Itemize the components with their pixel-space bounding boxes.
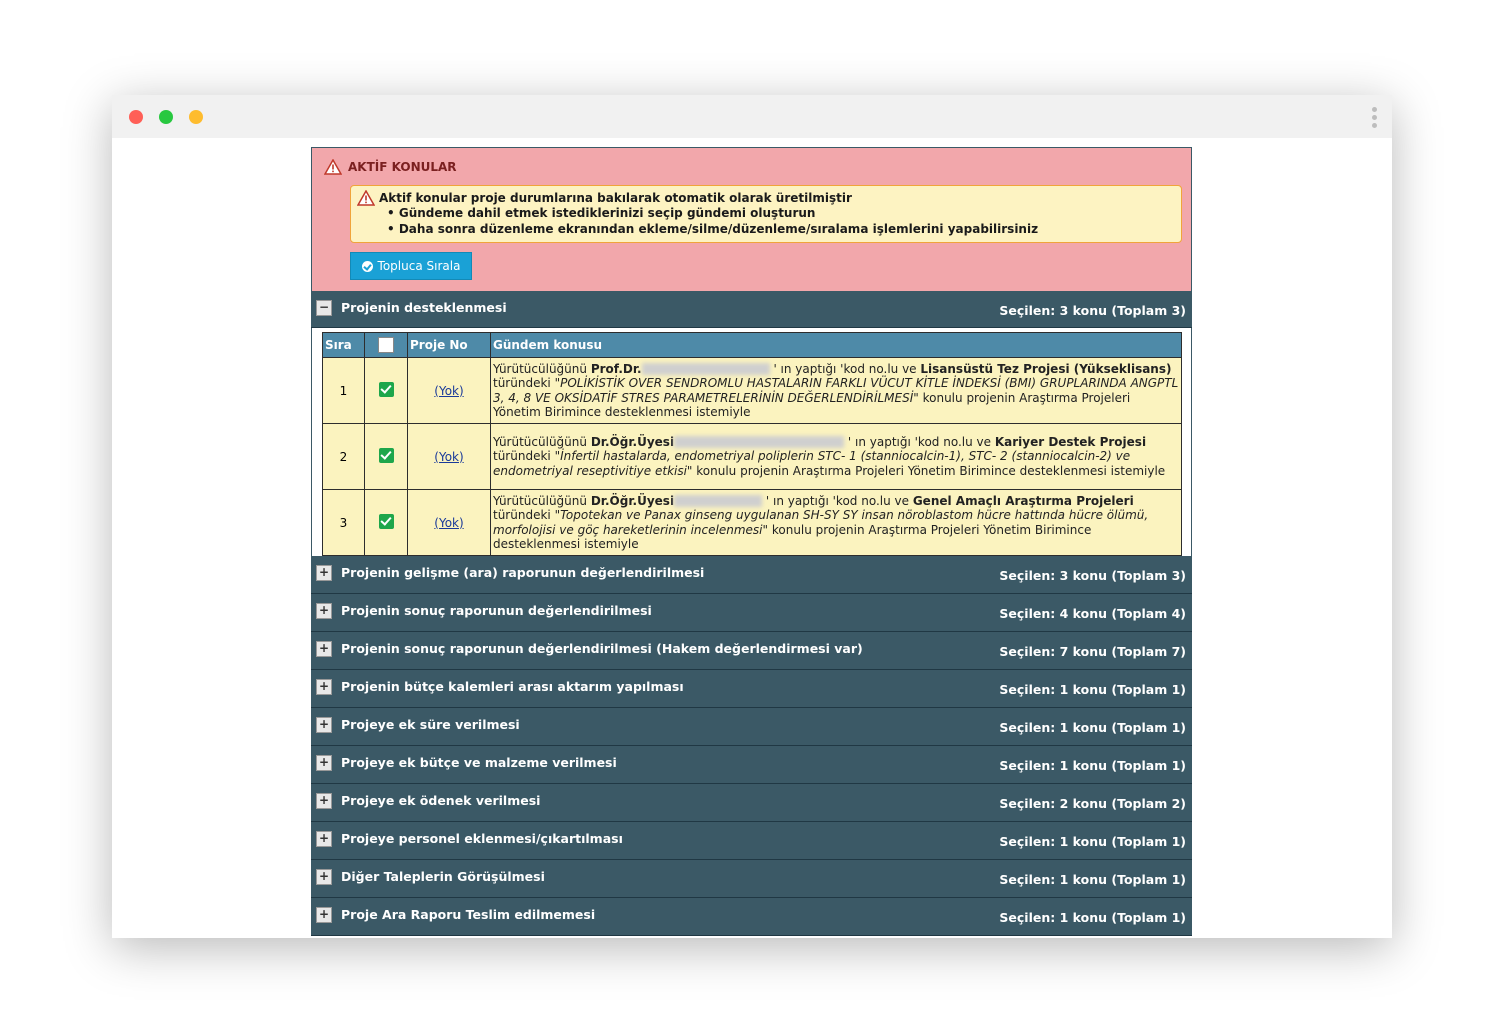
project-no-link[interactable]: (Yok) — [434, 516, 463, 530]
expand-icon[interactable]: + — [316, 717, 332, 733]
section-title: Projenin gelişme (ara) raporunun değerle… — [341, 565, 705, 580]
section-count: Seçilen: 2 konu (Toplam 2) — [999, 796, 1186, 811]
section-count: Seçilen: 1 konu (Toplam 1) — [999, 720, 1186, 735]
section-header[interactable]: − Projenin desteklenmesi Seçilen: 3 konu… — [311, 291, 1192, 328]
column-header-gundem: Gündem konusu — [490, 332, 1182, 358]
expand-icon[interactable]: + — [316, 565, 332, 581]
section-count: Seçilen: 1 konu (Toplam 1) — [999, 834, 1186, 849]
expand-icon[interactable]: + — [316, 793, 332, 809]
maximize-window-button[interactable] — [159, 110, 173, 124]
project-no-link[interactable]: (Yok) — [434, 450, 463, 464]
agenda-topic: Yürütücülüğünü Prof.Dr. ' ın yaptığı 'ko… — [490, 357, 1182, 424]
row-checkbox[interactable] — [378, 381, 394, 397]
note-title: Aktif konular proje durumlarına bakılara… — [379, 191, 852, 205]
section-header[interactable]: + Projeye ek bütçe ve malzeme verilmesi … — [311, 746, 1192, 784]
section-count: Seçilen: 1 konu (Toplam 1) — [999, 872, 1186, 887]
column-header-proje-no: Proje No — [407, 332, 491, 358]
section-header[interactable]: + Projenin sonuç raporunun değerlendiril… — [311, 632, 1192, 670]
note-bullet: • Gündeme dahil etmek istediklerinizi se… — [387, 206, 816, 220]
agenda-topic: Yürütücülüğünü Dr.Öğr.Üyesi ' ın yaptığı… — [490, 423, 1182, 490]
expand-icon[interactable]: + — [316, 679, 332, 695]
section-title: Projenin desteklenmesi — [341, 300, 507, 315]
section-count: Seçilen: 3 konu (Toplam 3) — [999, 303, 1186, 318]
more-options-icon[interactable] — [1372, 107, 1378, 131]
row-number: 1 — [322, 357, 365, 424]
row-number: 2 — [322, 423, 365, 490]
table-row: 3 (Yok) Yürütücülüğünü Dr.Öğr.Üyesi ' ın… — [322, 489, 1182, 556]
section-title: Projeye ek süre verilmesi — [341, 717, 520, 732]
table-row: 1 (Yok) Yürütücülüğünü Prof.Dr. ' ın yap… — [322, 357, 1182, 424]
section-header[interactable]: + Projeye ek süre verilmesi Seçilen: 1 k… — [311, 708, 1192, 746]
redacted-name — [641, 363, 770, 375]
section-header[interactable]: + Projenin gelişme (ara) raporunun değer… — [311, 556, 1192, 594]
table-row: 2 (Yok) Yürütücülüğünü Dr.Öğr.Üyesi ' ın… — [322, 423, 1182, 490]
redacted-name — [674, 436, 845, 449]
select-all-checkbox[interactable] — [378, 337, 394, 353]
section-title: Projenin sonuç raporunun değerlendirilme… — [341, 641, 863, 656]
section-title: Projeye personel eklenmesi/çıkartılması — [341, 831, 623, 846]
expand-icon[interactable]: + — [316, 831, 332, 847]
section-count: Seçilen: 1 konu (Toplam 1) — [999, 682, 1186, 697]
section-header[interactable]: + Projenin sonuç raporunun değerlendiril… — [311, 594, 1192, 632]
row-checkbox[interactable] — [378, 447, 394, 463]
section-header[interactable]: + Projenin bütçe kalemleri arası aktarım… — [311, 670, 1192, 708]
section-title: Diğer Taleplerin Görüşülmesi — [341, 869, 545, 884]
expand-icon[interactable]: + — [316, 907, 332, 923]
window-titlebar — [112, 95, 1392, 138]
table-header-row: Sıra Proje No Gündem konusu — [322, 332, 1182, 358]
row-number: 3 — [322, 489, 365, 556]
section-header[interactable]: + Proje Ara Raporu Teslim edilmemesi Seç… — [311, 898, 1192, 936]
active-topics-panel: AKTİF KONULAR Aktif konular proje duruml… — [311, 147, 1192, 291]
section-title: Projeye ek bütçe ve malzeme verilmesi — [341, 755, 617, 770]
column-header-select — [364, 332, 408, 358]
row-checkbox[interactable] — [378, 513, 394, 529]
panel-title: AKTİF KONULAR — [324, 159, 457, 175]
section-count: Seçilen: 3 konu (Toplam 3) — [999, 568, 1186, 583]
project-no-link[interactable]: (Yok) — [434, 384, 463, 398]
expand-icon[interactable]: + — [316, 755, 332, 771]
panel-title-text: AKTİF KONULAR — [348, 160, 457, 174]
section-title: Projenin sonuç raporunun değerlendirilme… — [341, 603, 652, 618]
section-count: Seçilen: 1 konu (Toplam 1) — [999, 910, 1186, 925]
section-header[interactable]: + Projeye personel eklenmesi/çıkartılmas… — [311, 822, 1192, 860]
expand-icon[interactable]: + — [316, 869, 332, 885]
section-header[interactable]: + Diğer Taleplerin Görüşülmesi Seçilen: … — [311, 860, 1192, 898]
section-count: Seçilen: 4 konu (Toplam 4) — [999, 606, 1186, 621]
check-circle-icon — [361, 260, 373, 272]
expand-icon[interactable]: + — [316, 641, 332, 657]
section-header[interactable]: + Projeye ek ödenek verilmesi Seçilen: 2… — [311, 784, 1192, 822]
browser-window: AKTİF KONULAR Aktif konular proje duruml… — [112, 95, 1392, 938]
bulk-sort-label: Topluca Sırala — [377, 259, 461, 273]
topics-table: Sıra Proje No Gündem konusu 1 (Yok) Yürü… — [322, 332, 1182, 556]
bulk-sort-button[interactable]: Topluca Sırala — [350, 252, 472, 280]
section-count: Seçilen: 1 konu (Toplam 1) — [999, 758, 1186, 773]
section-title: Proje Ara Raporu Teslim edilmemesi — [341, 907, 596, 922]
section-title: Projeye ek ödenek verilmesi — [341, 793, 541, 808]
expand-icon[interactable]: + — [316, 603, 332, 619]
close-window-button[interactable] — [129, 110, 143, 124]
section-title: Projenin bütçe kalemleri arası aktarım y… — [341, 679, 684, 694]
agenda-topic: Yürütücülüğünü Dr.Öğr.Üyesi ' ın yaptığı… — [490, 489, 1182, 556]
collapse-icon[interactable]: − — [316, 300, 332, 316]
warning-icon — [357, 190, 375, 206]
topics-table-container: Sıra Proje No Gündem konusu 1 (Yok) Yürü… — [311, 328, 1192, 556]
minimize-window-button[interactable] — [189, 110, 203, 124]
column-header-sira: Sıra — [322, 332, 365, 358]
warning-icon — [324, 159, 342, 175]
note-bullet: • Daha sonra düzenleme ekranından ekleme… — [387, 222, 1039, 236]
redacted-name — [674, 495, 763, 507]
info-note: Aktif konular proje durumlarına bakılara… — [350, 185, 1182, 243]
page-content: AKTİF KONULAR Aktif konular proje duruml… — [311, 147, 1192, 936]
section-count: Seçilen: 7 konu (Toplam 7) — [999, 644, 1186, 659]
